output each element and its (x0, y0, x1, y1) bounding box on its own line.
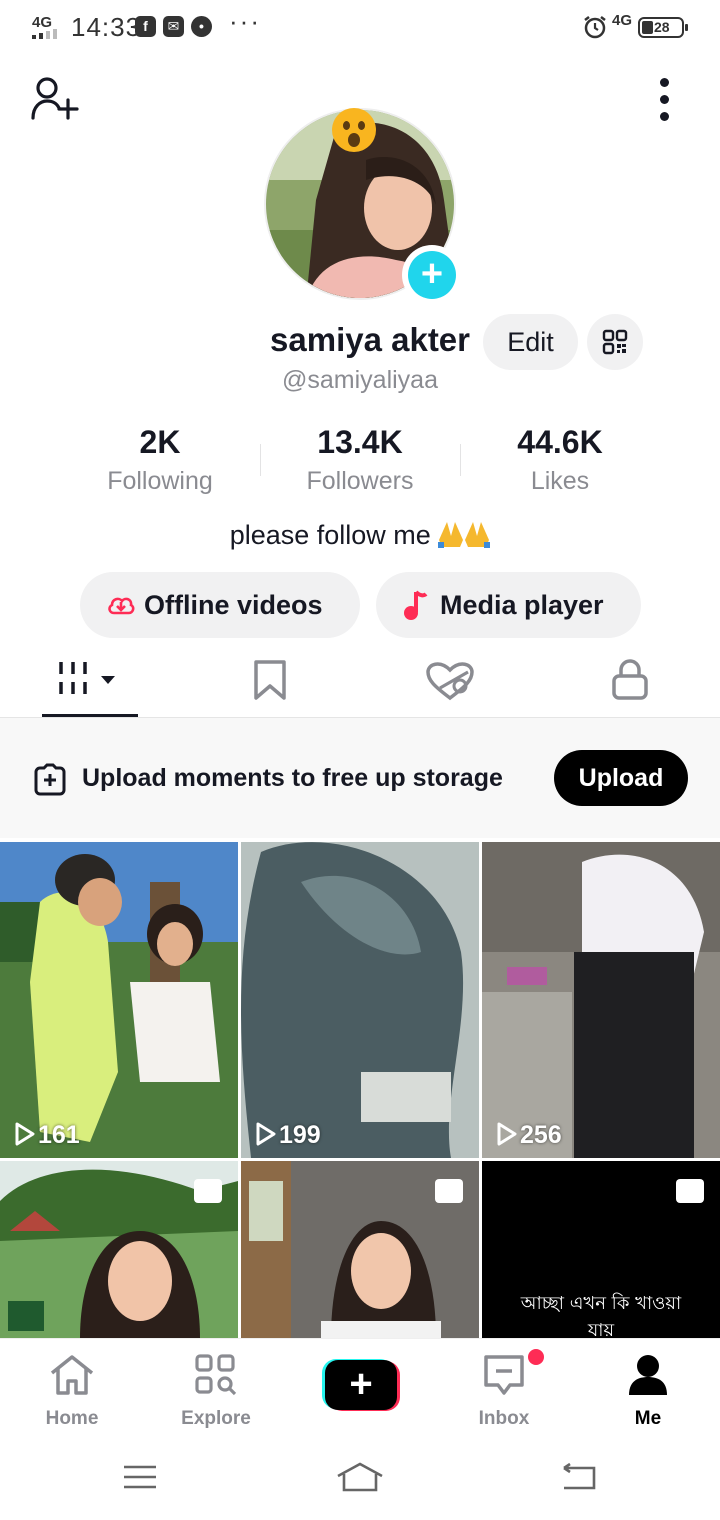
cloud-download-icon (108, 597, 135, 615)
alarm-icon (584, 16, 606, 39)
notification-dot (528, 1349, 544, 1365)
stat-likes[interactable]: 44.6K Likes (460, 424, 660, 496)
favorites-tab[interactable] (220, 652, 320, 716)
upload-moment-icon (34, 763, 66, 796)
stat-value: 44.6K (517, 424, 603, 460)
add-friend-icon[interactable] (30, 76, 82, 124)
stat-followers[interactable]: 13.4K Followers (260, 424, 460, 496)
stat-value: 13.4K (317, 424, 403, 460)
inbox-icon (484, 1355, 524, 1395)
signal-icon (32, 29, 62, 39)
chat-icon: • (191, 16, 212, 37)
nav-label: Inbox (478, 1408, 530, 1429)
home-button-icon[interactable] (336, 1462, 384, 1492)
profile-name: samiya akter (270, 321, 470, 358)
folded-hands-icon (438, 522, 464, 548)
nav-me[interactable]: Me (593, 1353, 703, 1430)
bio-text: please follow me (229, 520, 431, 550)
photo-icon (194, 1179, 222, 1203)
nav-label: Explore (181, 1408, 251, 1429)
thumbnail-image (241, 842, 479, 1158)
more-options-icon[interactable] (652, 78, 676, 124)
stat-value: 2K (139, 424, 181, 460)
menu-icon[interactable] (122, 1462, 158, 1492)
view-count: 256 (496, 1121, 562, 1150)
hidden-likes-icon (426, 662, 474, 701)
offline-videos-button[interactable]: Offline videos (80, 572, 360, 638)
photo-caption: আচ্ছা এখন কি খাওয়া (520, 1293, 682, 1314)
lock-icon (612, 659, 648, 700)
home-icon (50, 1355, 94, 1395)
thumbnail-image (482, 842, 720, 1158)
music-note-icon (404, 590, 428, 620)
play-icon (256, 1122, 276, 1146)
profile-icon (629, 1355, 667, 1395)
nav-label: Me (634, 1408, 662, 1429)
videos-tab[interactable] (40, 652, 140, 716)
clock: 14:33 (71, 12, 142, 42)
view-count-value: 256 (520, 1121, 562, 1149)
edit-profile-button[interactable]: Edit (483, 314, 578, 370)
liked-tab[interactable] (400, 652, 500, 716)
video-thumbnail[interactable]: 256 (482, 842, 720, 1158)
offline-videos-label: Offline videos (144, 590, 323, 620)
status-bar: 4G 14:33 f ✉ • ··· 4G 28 (0, 0, 720, 54)
network-type-2: 4G (612, 12, 633, 29)
bottom-navigation: Home Explore + Inbox Me (0, 1338, 720, 1442)
battery-level: 28 (654, 19, 670, 35)
bookmark-icon (254, 660, 286, 700)
view-count: 161 (14, 1121, 80, 1150)
mail-icon: ✉ (163, 16, 184, 37)
profile-handle: @samiyaliyaa (282, 366, 438, 394)
photo-thumbnail[interactable] (0, 1161, 238, 1338)
explore-icon (195, 1354, 237, 1396)
photo-caption-2: যায় (587, 1320, 615, 1338)
view-count-value: 199 (279, 1121, 321, 1149)
qr-code-icon (602, 329, 628, 355)
upload-banner: Upload moments to free up storage Upload (0, 718, 720, 838)
view-count: 199 (255, 1121, 321, 1150)
stat-label: Following (107, 467, 213, 495)
photo-icon (676, 1179, 704, 1203)
nav-explore[interactable]: Explore (161, 1353, 271, 1430)
play-icon (15, 1122, 35, 1146)
create-button[interactable]: + (322, 1359, 400, 1411)
photo-thumbnail[interactable] (241, 1161, 479, 1338)
nav-home[interactable]: Home (17, 1353, 127, 1430)
battery-icon: 28 (638, 17, 688, 38)
media-player-label: Media player (440, 590, 604, 620)
video-thumbnail[interactable]: 161 (0, 842, 238, 1158)
upload-button[interactable]: Upload (554, 750, 688, 806)
back-icon[interactable] (560, 1462, 598, 1492)
plus-icon: + (408, 251, 456, 299)
photo-icon (435, 1179, 463, 1203)
qr-code-button[interactable] (587, 314, 643, 370)
more-notifications-icon: ··· (229, 6, 261, 36)
upload-banner-text: Upload moments to free up storage (82, 764, 503, 792)
surprised-emoji-sticker (332, 108, 376, 152)
videos-grid-icon (59, 662, 115, 694)
facebook-icon: f (135, 16, 156, 37)
media-player-button[interactable]: Media player (376, 572, 641, 638)
system-navigation-bar (0, 1442, 720, 1520)
private-tab[interactable] (580, 652, 680, 716)
play-icon (497, 1122, 517, 1146)
nav-inbox[interactable]: Inbox (449, 1353, 559, 1430)
video-thumbnail[interactable]: 199 (241, 842, 479, 1158)
profile-bio: please follow me (0, 520, 720, 551)
folded-hands-icon (465, 522, 491, 548)
stat-label: Followers (306, 467, 414, 495)
photo-thumbnail[interactable]: আচ্ছা এখন কি খাওয়া যায় (482, 1161, 720, 1338)
view-count-value: 161 (38, 1121, 80, 1149)
stat-label: Likes (530, 467, 590, 495)
add-story-button[interactable]: + (402, 245, 462, 305)
stat-following[interactable]: 2K Following (60, 424, 260, 496)
thumbnail-image (0, 842, 238, 1158)
nav-label: Home (45, 1408, 99, 1429)
plus-icon: + (325, 1360, 397, 1410)
